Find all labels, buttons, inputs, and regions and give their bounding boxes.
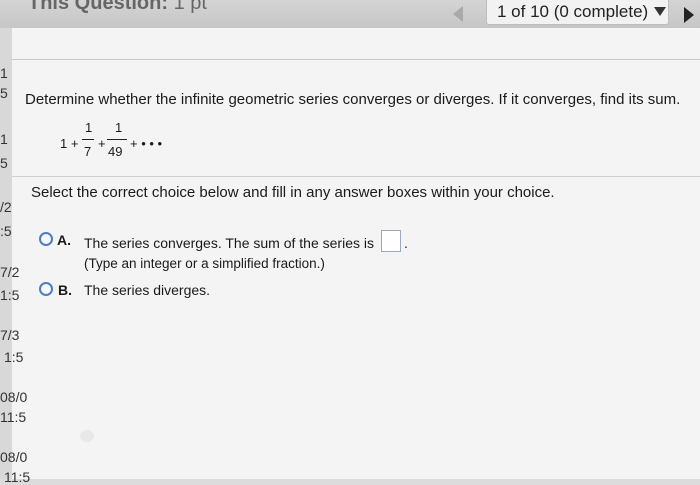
sidebar-value[interactable]: /2: [0, 200, 12, 214]
sum-answer-input[interactable]: [381, 230, 401, 252]
sidebar-value[interactable]: 08/0: [0, 450, 27, 464]
choice-b-text: The series diverges.: [84, 282, 211, 298]
question-progress-dropdown[interactable]: 1 of 10 (0 complete): [486, 0, 669, 25]
series-denominator-2: 49: [108, 144, 123, 159]
question-header: This Question: 1 pt 1 of 10 (0 complete): [0, 0, 700, 29]
choice-b-letter: B.: [58, 282, 72, 298]
series-numerator-1: 1: [85, 120, 93, 135]
series-tail: + • • •: [130, 136, 163, 151]
previous-question-icon[interactable]: [453, 6, 463, 22]
sidebar-value[interactable]: :5: [0, 224, 12, 238]
question-title-label: This Question:: [28, 0, 168, 14]
choice-a-hint: (Type an integer or a simplified fractio…: [84, 256, 325, 271]
fraction-bar: [82, 139, 94, 140]
question-prompt: Determine whether the infinite geometric…: [25, 91, 681, 108]
sidebar-value[interactable]: 1: [0, 66, 8, 80]
choice-b-radio[interactable]: [39, 282, 53, 296]
sidebar-value[interactable]: 5: [0, 86, 8, 100]
series-numerator-2: 1: [115, 120, 123, 135]
progress-label: 1 of 10 (0 complete): [497, 1, 649, 21]
question-title: This Question: 1 pt: [28, 0, 207, 15]
fraction-bar: [107, 139, 127, 140]
sidebar-value[interactable]: 7/2: [0, 265, 19, 279]
sidebar-value[interactable]: 1:5: [4, 350, 23, 364]
sidebar-value[interactable]: 1:5: [0, 288, 19, 302]
header-divider: [12, 59, 700, 60]
series-plus: +: [98, 136, 106, 151]
sidebar-value[interactable]: 7/3: [0, 328, 19, 342]
sidebar-value[interactable]: 5: [0, 156, 8, 170]
sidebar-value[interactable]: 11:5: [0, 410, 26, 424]
instruction-text: Select the correct choice below and fill…: [31, 184, 555, 201]
answer-period: .: [404, 235, 408, 251]
choice-a-text: The series converges. The sum of the ser…: [84, 235, 374, 251]
choice-a-radio[interactable]: [39, 232, 53, 246]
sidebar-value[interactable]: 11:5: [4, 470, 30, 484]
question-divider: [12, 176, 700, 177]
chevron-down-icon: [654, 7, 667, 16]
choice-a-letter: A.: [57, 232, 71, 248]
next-question-icon[interactable]: [684, 7, 694, 23]
question-points: 1 pt: [173, 0, 207, 14]
sidebar-value[interactable]: 1: [0, 132, 8, 146]
series-denominator-1: 7: [84, 144, 92, 159]
series-lead: 1 +: [60, 136, 79, 151]
sidebar-value[interactable]: 08/0: [0, 390, 27, 404]
screen-glare: [80, 430, 94, 442]
